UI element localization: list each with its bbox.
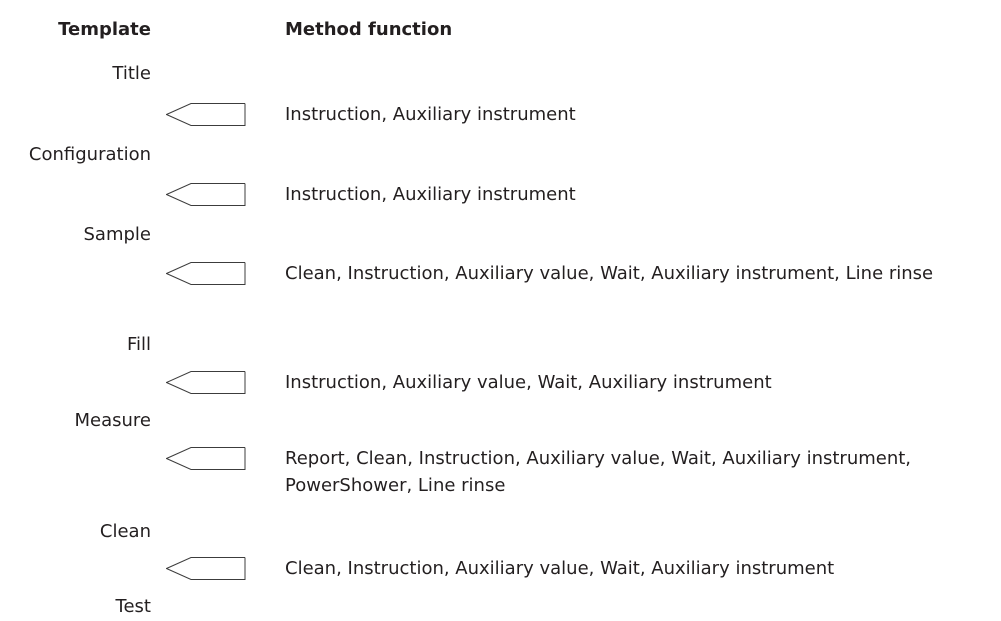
function-list-sample: Clean, Instruction, Auxiliary value, Wai… [285, 263, 934, 284]
insert-arrow-icon [166, 371, 246, 395]
insert-arrow-icon [166, 183, 246, 207]
insert-arrow-icon [166, 557, 246, 581]
insert-arrow-icon [166, 262, 246, 286]
header-template: Template [58, 19, 151, 40]
function-list-title: Instruction, Auxiliary instrument [285, 104, 576, 125]
function-list-configuration: Instruction, Auxiliary instrument [285, 184, 576, 205]
function-list-clean: Clean, Instruction, Auxiliary value, Wai… [285, 558, 835, 579]
section-label-configuration: Configuration [28, 144, 151, 165]
function-list-fill: Instruction, Auxiliary value, Wait, Auxi… [285, 372, 772, 393]
header-method-function: Method function [285, 19, 453, 40]
section-label-measure: Measure [74, 410, 152, 431]
section-label-test: Test [115, 596, 151, 617]
section-label-sample: Sample [83, 224, 152, 245]
function-list-measure: Report, Clean, Instruction, Auxiliary va… [285, 448, 912, 496]
section-label-title: Title [112, 63, 151, 84]
insert-arrow-icon [166, 447, 246, 471]
insert-arrow-icon [166, 103, 246, 127]
section-label-clean: Clean [99, 521, 151, 542]
section-label-fill: Fill [126, 334, 151, 355]
